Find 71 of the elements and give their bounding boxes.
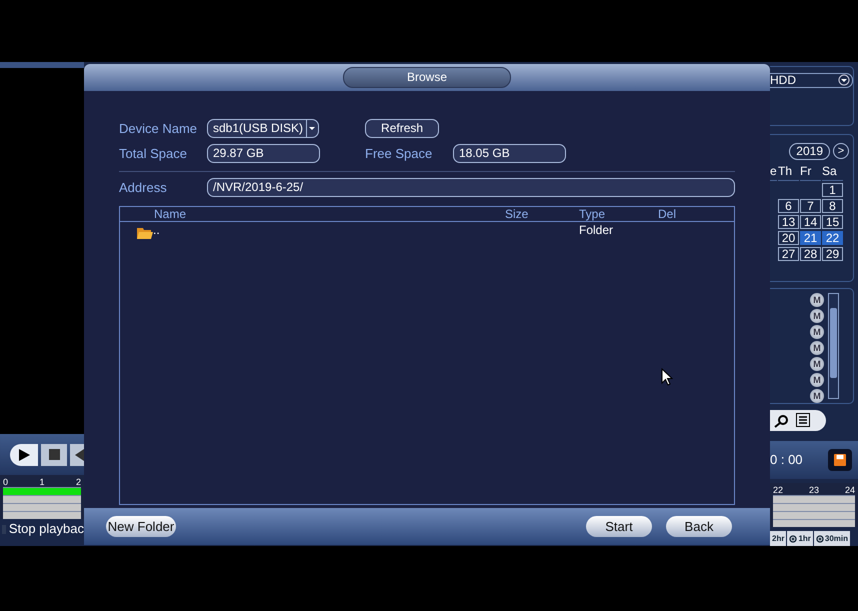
year-selector[interactable]: 2019 <box>789 142 830 160</box>
next-button[interactable]: > <box>833 143 849 160</box>
free-space-field: 18.05 GB <box>453 144 566 163</box>
calendar-day[interactable]: 1 <box>822 182 843 197</box>
zoom-button[interactable]: 2hr <box>770 531 786 546</box>
save-button[interactable] <box>828 448 852 471</box>
timeline-tick: 1 <box>39 477 44 487</box>
calendar-day[interactable]: 27 <box>778 246 799 261</box>
column-header: Type <box>579 206 606 220</box>
calendar-day[interactable]: 28 <box>800 246 821 261</box>
file-name: .. <box>153 222 160 238</box>
calendar-day[interactable]: 22 <box>822 230 843 245</box>
timeline-tick: 23 <box>808 485 819 495</box>
calendar-day[interactable]: 21 <box>800 230 821 245</box>
column-header: Del <box>658 206 678 220</box>
field-label: Device Name <box>119 120 198 138</box>
checkbox-label: Stop playbac <box>8 520 84 538</box>
channel-button[interactable]: M <box>810 292 824 307</box>
field-label: Total Space <box>119 144 188 163</box>
column-header: Size <box>505 206 530 220</box>
channel-button[interactable]: M <box>810 372 824 387</box>
stop-icon <box>48 449 60 460</box>
weekday-label: Th <box>778 162 799 181</box>
weekday-label: Fr <box>800 162 821 181</box>
back-button[interactable]: Back <box>666 516 732 537</box>
channel-button[interactable]: M <box>810 324 824 339</box>
timeline-tick: 2 <box>76 477 81 487</box>
scrollbar[interactable] <box>828 292 839 399</box>
calendar-day[interactable]: 13 <box>778 214 799 229</box>
folder-icon <box>137 226 153 238</box>
file-type: Folder <box>579 222 614 236</box>
search-icon <box>774 412 790 428</box>
column-header: Name <box>153 206 188 220</box>
timeline-tick: 22 <box>773 485 784 495</box>
channel-button[interactable]: M <box>810 340 824 355</box>
list-icon <box>796 413 810 428</box>
calendar-day[interactable]: 15 <box>822 214 843 229</box>
field-label: Free Space <box>365 144 434 163</box>
table-row[interactable]: .. Folder <box>120 222 734 238</box>
field-label: Address <box>119 179 168 197</box>
play-icon <box>18 448 30 460</box>
calendar-day[interactable]: 14 <box>800 214 821 229</box>
address-field[interactable]: /NVR/2019-6-25/ <box>207 178 735 198</box>
calendar-day[interactable]: 6 <box>778 198 799 213</box>
calendar-day[interactable]: 29 <box>822 246 843 261</box>
dialog-title: Browse <box>343 67 511 88</box>
timeline-tick: 24 <box>844 485 855 495</box>
start-button[interactable]: Start <box>586 516 652 537</box>
zoom-in-icon <box>816 534 824 542</box>
weekday-label: Sa <box>822 162 843 181</box>
calendar-day[interactable]: 8 <box>822 198 843 213</box>
calendar-day[interactable]: 20 <box>778 230 799 245</box>
cursor-icon <box>661 368 673 386</box>
stop-button[interactable] <box>41 444 67 466</box>
storage-select[interactable]: HDD <box>770 73 853 88</box>
channel-button[interactable]: M <box>810 388 824 403</box>
timeline-tick: 0 <box>3 477 8 487</box>
time-display: 0 : 00 <box>770 451 803 470</box>
new-folder-button[interactable]: New Folder <box>106 516 176 537</box>
play-button[interactable] <box>10 444 38 466</box>
channel-button[interactable]: M <box>810 356 824 371</box>
zoom-button[interactable]: 1hr <box>787 531 813 546</box>
zoom-in-icon <box>789 534 798 542</box>
zoom-button[interactable]: 30min <box>814 531 850 546</box>
calendar-day[interactable]: 7 <box>800 198 821 213</box>
device-select[interactable]: sdb1(USB DISK) <box>207 119 320 138</box>
save-icon <box>834 452 846 467</box>
reverse-play-button[interactable] <box>70 444 84 466</box>
total-space-field: 29.87 GB <box>207 144 320 163</box>
refresh-button[interactable]: Refresh <box>365 119 440 138</box>
channel-button[interactable]: M <box>810 308 824 323</box>
